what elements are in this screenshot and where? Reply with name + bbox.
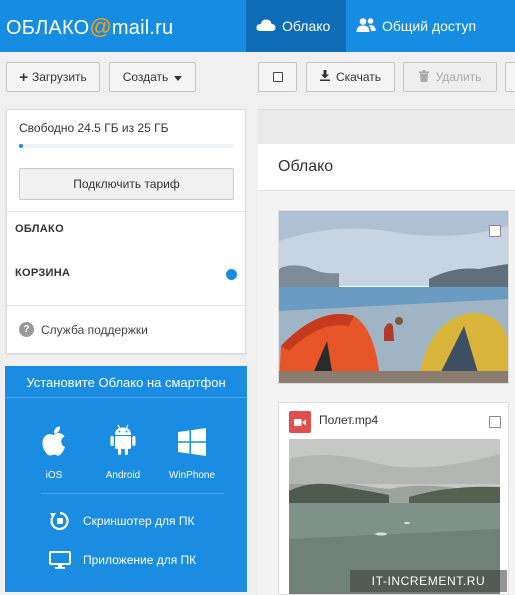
download-button[interactable]: Скачать bbox=[306, 62, 395, 92]
promo-title: Установите Облако на смартфон bbox=[26, 375, 226, 390]
screenshot-icon bbox=[49, 512, 71, 530]
people-icon bbox=[356, 17, 376, 36]
upload-label: Загрузить bbox=[31, 70, 87, 84]
apple-icon bbox=[19, 418, 89, 456]
plus-icon: + bbox=[19, 68, 28, 86]
delete-label: Удалить bbox=[435, 70, 482, 84]
mobile-app-promo: Установите Облако на смартфон iOS Androi… bbox=[5, 366, 247, 592]
watermark: IT-INCREMENT.RU bbox=[350, 570, 507, 592]
sidebar-item-cloud[interactable]: ОБЛАКО bbox=[15, 223, 64, 235]
divider bbox=[7, 211, 245, 212]
screenshoter-link[interactable]: Скриншотер для ПК bbox=[49, 512, 194, 530]
checkbox-icon bbox=[272, 72, 283, 82]
sidebar-panel: Свободно 24.5 ГБ из 25 ГБ Подключить тар… bbox=[6, 109, 246, 354]
page-title: Облако bbox=[278, 158, 334, 175]
file-name: Полет.mp4 bbox=[319, 413, 379, 427]
ios-app-link[interactable]: iOS bbox=[19, 418, 89, 481]
question-icon: ? bbox=[19, 322, 34, 337]
winphone-app-link[interactable]: WinPhone bbox=[157, 418, 227, 481]
android-label: Android bbox=[105, 470, 141, 481]
caret-down-icon bbox=[174, 70, 183, 84]
windows-icon bbox=[157, 418, 227, 456]
support-link[interactable]: ? Служба поддержки bbox=[19, 322, 148, 337]
video-file-icon bbox=[289, 411, 311, 433]
content-top-strip bbox=[258, 109, 515, 144]
monitor-icon bbox=[49, 551, 71, 569]
delete-button[interactable]: Удалить bbox=[403, 62, 497, 92]
trash-icon bbox=[418, 69, 429, 85]
create-button[interactable]: Создать bbox=[109, 62, 196, 92]
upload-button[interactable]: + Загрузить bbox=[6, 62, 100, 92]
desktop-app-link[interactable]: Приложение для ПК bbox=[49, 551, 196, 569]
download-label: Скачать bbox=[336, 70, 381, 84]
tab-shared-label: Общий доступ bbox=[382, 18, 477, 34]
more-button[interactable] bbox=[505, 62, 515, 92]
tab-cloud-label: Облако bbox=[282, 18, 331, 34]
file-card-image[interactable] bbox=[278, 210, 509, 384]
select-all-checkbox-button[interactable] bbox=[258, 62, 297, 92]
winphone-label: WinPhone bbox=[168, 470, 216, 481]
divider bbox=[7, 305, 245, 306]
content-header: Облако bbox=[258, 144, 515, 191]
file-card-video[interactable]: Полет.mp4 bbox=[278, 402, 509, 595]
connect-tariff-button[interactable]: Подключить тариф bbox=[19, 168, 234, 200]
support-label: Служба поддержки bbox=[41, 322, 148, 337]
download-icon bbox=[320, 70, 330, 84]
sidebar-item-trash[interactable]: КОРЗИНА bbox=[15, 267, 70, 279]
tab-cloud[interactable]: Облако bbox=[246, 0, 346, 52]
top-header: ОБЛАКО@mail.ru Облако Общий доступ bbox=[0, 0, 515, 52]
cloud-icon bbox=[256, 18, 276, 35]
logo-left-text: ОБЛАКО bbox=[6, 17, 90, 39]
storage-progress-bar bbox=[19, 144, 234, 148]
desktop-app-label: Приложение для ПК bbox=[83, 553, 197, 567]
logo-at-sign: @ bbox=[89, 14, 112, 39]
file-select-checkbox[interactable] bbox=[489, 225, 501, 237]
divider bbox=[41, 493, 224, 494]
storage-free-text: Свободно 24.5 ГБ из 25 ГБ bbox=[19, 121, 169, 135]
logo[interactable]: ОБЛАКО@mail.ru bbox=[6, 14, 173, 40]
android-app-link[interactable]: Android bbox=[88, 418, 158, 481]
divider bbox=[5, 397, 247, 398]
logo-right-text: mail.ru bbox=[111, 17, 174, 39]
tab-shared-access[interactable]: Общий доступ bbox=[346, 0, 515, 52]
storage-progress-fill bbox=[19, 144, 24, 148]
android-icon bbox=[88, 418, 158, 456]
ios-label: iOS bbox=[45, 470, 63, 481]
photo-thumbnail bbox=[279, 211, 508, 383]
file-select-checkbox[interactable] bbox=[489, 416, 501, 428]
create-label: Создать bbox=[122, 70, 169, 84]
trash-indicator-dot bbox=[226, 269, 237, 280]
screenshoter-label: Скриншотер для ПК bbox=[83, 514, 195, 528]
